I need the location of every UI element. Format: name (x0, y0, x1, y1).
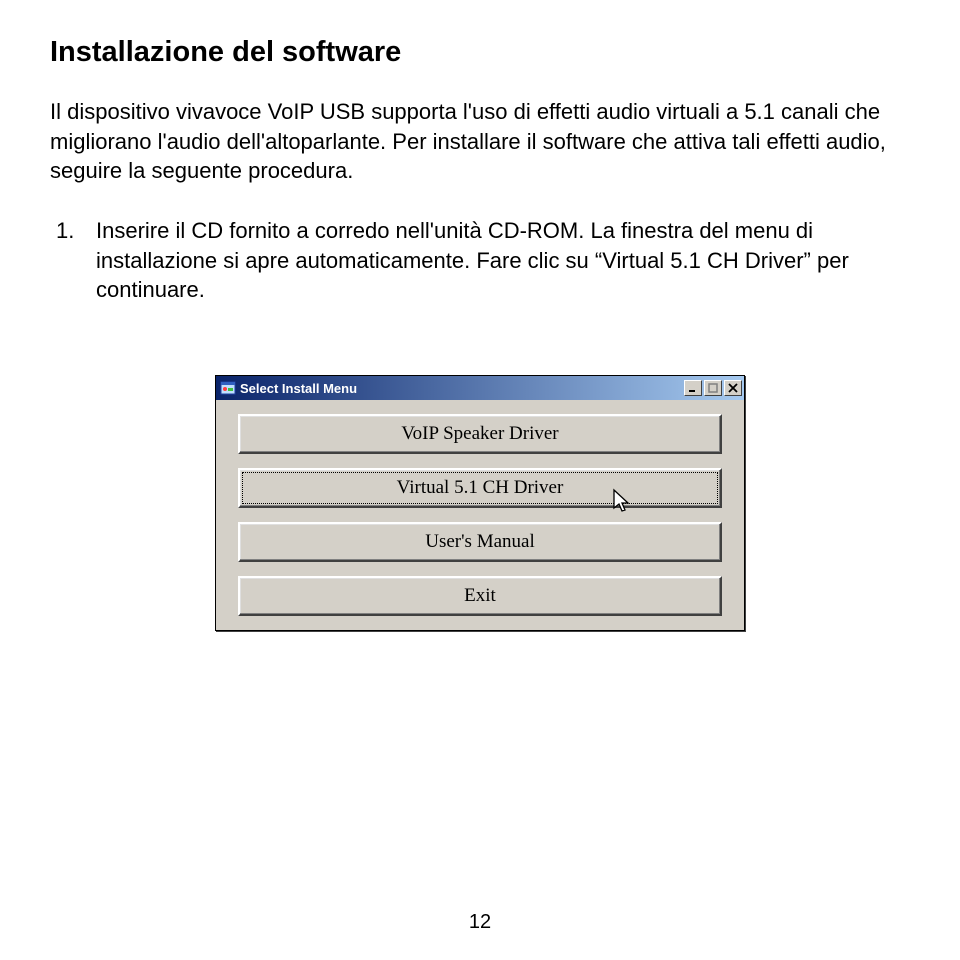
dialog-title: Select Install Menu (240, 381, 684, 396)
virtual-button-label: Virtual 5.1 CH Driver (397, 477, 564, 499)
virtual-51-ch-driver-button[interactable]: Virtual 5.1 CH Driver (238, 468, 722, 508)
cursor-icon (612, 488, 632, 520)
titlebar: Select Install Menu (216, 376, 744, 400)
close-button[interactable] (724, 380, 742, 396)
page-number: 12 (0, 911, 960, 934)
step-1: 1. Inserire il CD fornito a corredo nell… (56, 216, 910, 305)
step-list: 1. Inserire il CD fornito a corredo nell… (56, 216, 910, 305)
window-buttons (684, 380, 742, 396)
dialog-area: Select Install Menu VoIP Speaker Driver … (50, 375, 910, 631)
step-text: Inserire il CD fornito a corredo nell'un… (96, 216, 910, 305)
users-manual-button[interactable]: User's Manual (238, 522, 722, 562)
dialog-body: VoIP Speaker Driver Virtual 5.1 CH Drive… (216, 400, 744, 630)
exit-button[interactable]: Exit (238, 576, 722, 616)
page-title: Installazione del software (50, 36, 910, 69)
intro-paragraph: Il dispositivo vivavoce VoIP USB support… (50, 97, 910, 186)
step-number: 1. (56, 216, 96, 305)
app-icon (220, 380, 236, 396)
maximize-button[interactable] (704, 380, 722, 396)
minimize-button[interactable] (684, 380, 702, 396)
voip-speaker-driver-button[interactable]: VoIP Speaker Driver (238, 414, 722, 454)
install-menu-dialog: Select Install Menu VoIP Speaker Driver … (215, 375, 745, 631)
